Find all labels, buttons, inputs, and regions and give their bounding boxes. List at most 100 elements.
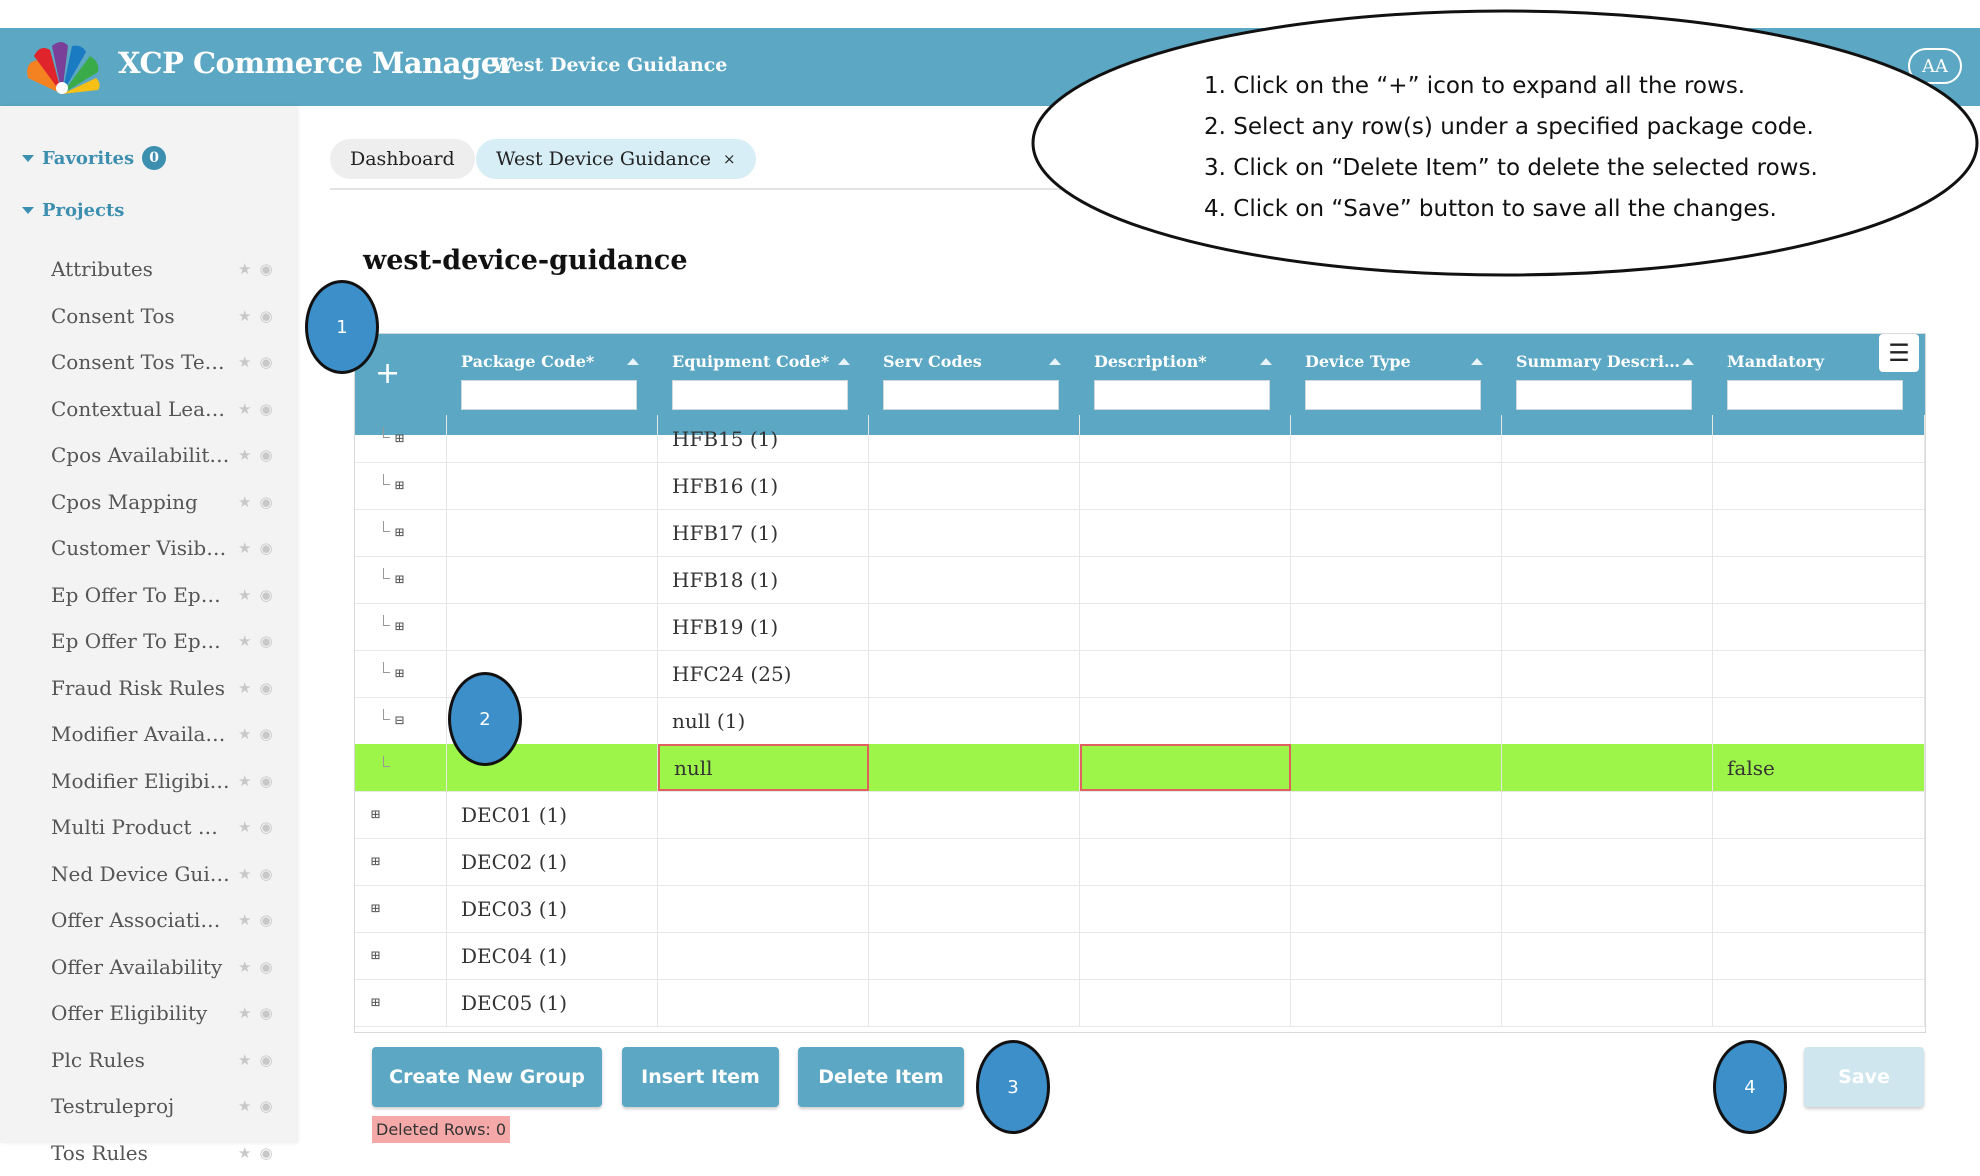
table-cell[interactable]: HFB15 (1)	[658, 415, 869, 462]
sidebar-project-item[interactable]: Ep Offer To Epc … ★ ◉	[0, 572, 296, 618]
star-icon[interactable]: ★	[238, 446, 251, 464]
eye-icon[interactable]: ◉	[259, 307, 272, 325]
star-icon[interactable]: ★	[238, 1097, 251, 1115]
sidebar-project-item[interactable]: Tos Rules ★ ◉	[0, 1130, 296, 1176]
table-row[interactable]: ⊞ HFB19 (1)	[355, 603, 1925, 651]
table-row[interactable]: ⊟ null (1)	[355, 697, 1925, 745]
table-cell[interactable]: HFB18 (1)	[658, 556, 869, 603]
sort-arrow-icon[interactable]	[627, 358, 639, 365]
eye-icon[interactable]: ◉	[259, 772, 272, 790]
table-cell[interactable]	[1291, 744, 1502, 791]
table-cell[interactable]	[1080, 415, 1291, 462]
selected-table-row[interactable]: null false	[355, 744, 1925, 792]
sidebar-project-item[interactable]: Consent Tos ★ ◉	[0, 293, 296, 339]
close-icon[interactable]: ×	[723, 150, 736, 168]
table-cell[interactable]	[1291, 462, 1502, 509]
sort-arrow-icon[interactable]	[838, 358, 850, 365]
table-cell[interactable]: null (1)	[658, 697, 869, 744]
eye-icon[interactable]: ◉	[259, 1144, 272, 1162]
sidebar-project-item[interactable]: Offer Availability ★ ◉	[0, 944, 296, 990]
table-row[interactable]: ⊞ HFB15 (1)	[355, 415, 1925, 463]
table-cell[interactable]: ⊟	[355, 697, 447, 744]
expand-row-icon[interactable]: ⊞	[371, 852, 380, 870]
table-cell[interactable]	[1080, 603, 1291, 650]
eye-icon[interactable]: ◉	[259, 865, 272, 883]
table-row[interactable]: ⊞ DEC05 (1)	[355, 979, 1925, 1027]
table-cell[interactable]	[1291, 650, 1502, 697]
collapse-row-icon[interactable]: ⊟	[395, 711, 404, 729]
sort-arrow-icon[interactable]	[1682, 358, 1694, 365]
star-icon[interactable]: ★	[238, 818, 251, 836]
column-filter-input[interactable]	[1305, 380, 1481, 410]
save-button[interactable]: Save	[1804, 1047, 1924, 1107]
table-cell[interactable]	[1080, 838, 1291, 885]
table-cell[interactable]	[447, 415, 658, 462]
expand-all-icon[interactable]: +	[375, 356, 400, 391]
projects-toggle[interactable]: Projects	[22, 200, 124, 221]
star-icon[interactable]: ★	[238, 772, 251, 790]
eye-icon[interactable]: ◉	[259, 1004, 272, 1022]
star-icon[interactable]: ★	[238, 260, 251, 278]
column-filter-input[interactable]	[461, 380, 637, 410]
table-cell[interactable]	[1080, 885, 1291, 932]
table-cell[interactable]	[869, 650, 1080, 697]
table-cell[interactable]	[869, 791, 1080, 838]
column-filter-input[interactable]	[1094, 380, 1270, 410]
table-cell[interactable]	[1713, 415, 1925, 462]
table-cell[interactable]	[1502, 697, 1713, 744]
table-cell[interactable]	[1291, 697, 1502, 744]
table-cell[interactable]	[869, 885, 1080, 932]
expand-row-icon[interactable]: ⊞	[395, 523, 404, 541]
table-cell[interactable]	[1291, 556, 1502, 603]
table-cell[interactable]	[447, 556, 658, 603]
sidebar-project-item[interactable]: Plc Rules ★ ◉	[0, 1037, 296, 1083]
table-cell[interactable]: HFB16 (1)	[658, 462, 869, 509]
table-cell[interactable]	[1291, 603, 1502, 650]
table-cell[interactable]	[869, 838, 1080, 885]
table-cell[interactable]: HFC24 (25)	[658, 650, 869, 697]
table-cell[interactable]	[1502, 603, 1713, 650]
table-cell[interactable]	[869, 462, 1080, 509]
table-row[interactable]: ⊞ DEC04 (1)	[355, 932, 1925, 980]
table-cell[interactable]: ⊞	[355, 415, 447, 462]
table-cell[interactable]	[1291, 838, 1502, 885]
table-cell[interactable]	[1502, 791, 1713, 838]
eye-icon[interactable]: ◉	[259, 493, 272, 511]
table-cell[interactable]	[658, 979, 869, 1026]
table-cell[interactable]	[1502, 979, 1713, 1026]
table-cell[interactable]	[1713, 791, 1925, 838]
table-cell[interactable]	[1502, 415, 1713, 462]
star-icon[interactable]: ★	[238, 400, 251, 418]
table-cell[interactable]	[447, 603, 658, 650]
table-cell[interactable]	[1080, 556, 1291, 603]
table-cell[interactable]: ⊞	[355, 979, 447, 1026]
eye-icon[interactable]: ◉	[259, 260, 272, 278]
sidebar-project-item[interactable]: Contextual Lear… ★ ◉	[0, 386, 296, 432]
table-cell[interactable]	[869, 556, 1080, 603]
table-cell[interactable]: ⊞	[355, 650, 447, 697]
table-row[interactable]: ⊞ HFB16 (1)	[355, 462, 1925, 510]
table-cell[interactable]	[1713, 462, 1925, 509]
table-cell[interactable]	[1502, 885, 1713, 932]
table-cell[interactable]	[658, 791, 869, 838]
table-row[interactable]: ⊞ DEC01 (1)	[355, 791, 1925, 839]
table-cell[interactable]	[447, 462, 658, 509]
table-cell[interactable]	[1713, 979, 1925, 1026]
table-cell[interactable]: ⊞	[355, 509, 447, 556]
table-cell[interactable]	[1502, 838, 1713, 885]
sort-arrow-icon[interactable]	[1260, 358, 1272, 365]
table-cell[interactable]	[447, 509, 658, 556]
eye-icon[interactable]: ◉	[259, 911, 272, 929]
table-cell[interactable]: DEC01 (1)	[447, 791, 658, 838]
sidebar-project-item[interactable]: Cpos Availabilit… ★ ◉	[0, 432, 296, 478]
eye-icon[interactable]: ◉	[259, 400, 272, 418]
insert-item-button[interactable]: Insert Item	[622, 1047, 779, 1107]
sidebar-project-item[interactable]: Fraud Risk Rules ★ ◉	[0, 665, 296, 711]
table-cell[interactable]	[658, 838, 869, 885]
eye-icon[interactable]: ◉	[259, 353, 272, 371]
sidebar-project-item[interactable]: Ned Device Gui… ★ ◉	[0, 851, 296, 897]
table-cell[interactable]	[869, 932, 1080, 979]
expand-row-icon[interactable]: ⊞	[395, 429, 404, 447]
table-cell[interactable]	[1502, 932, 1713, 979]
tab-west-device-guidance[interactable]: West Device Guidance ×	[476, 139, 756, 179]
